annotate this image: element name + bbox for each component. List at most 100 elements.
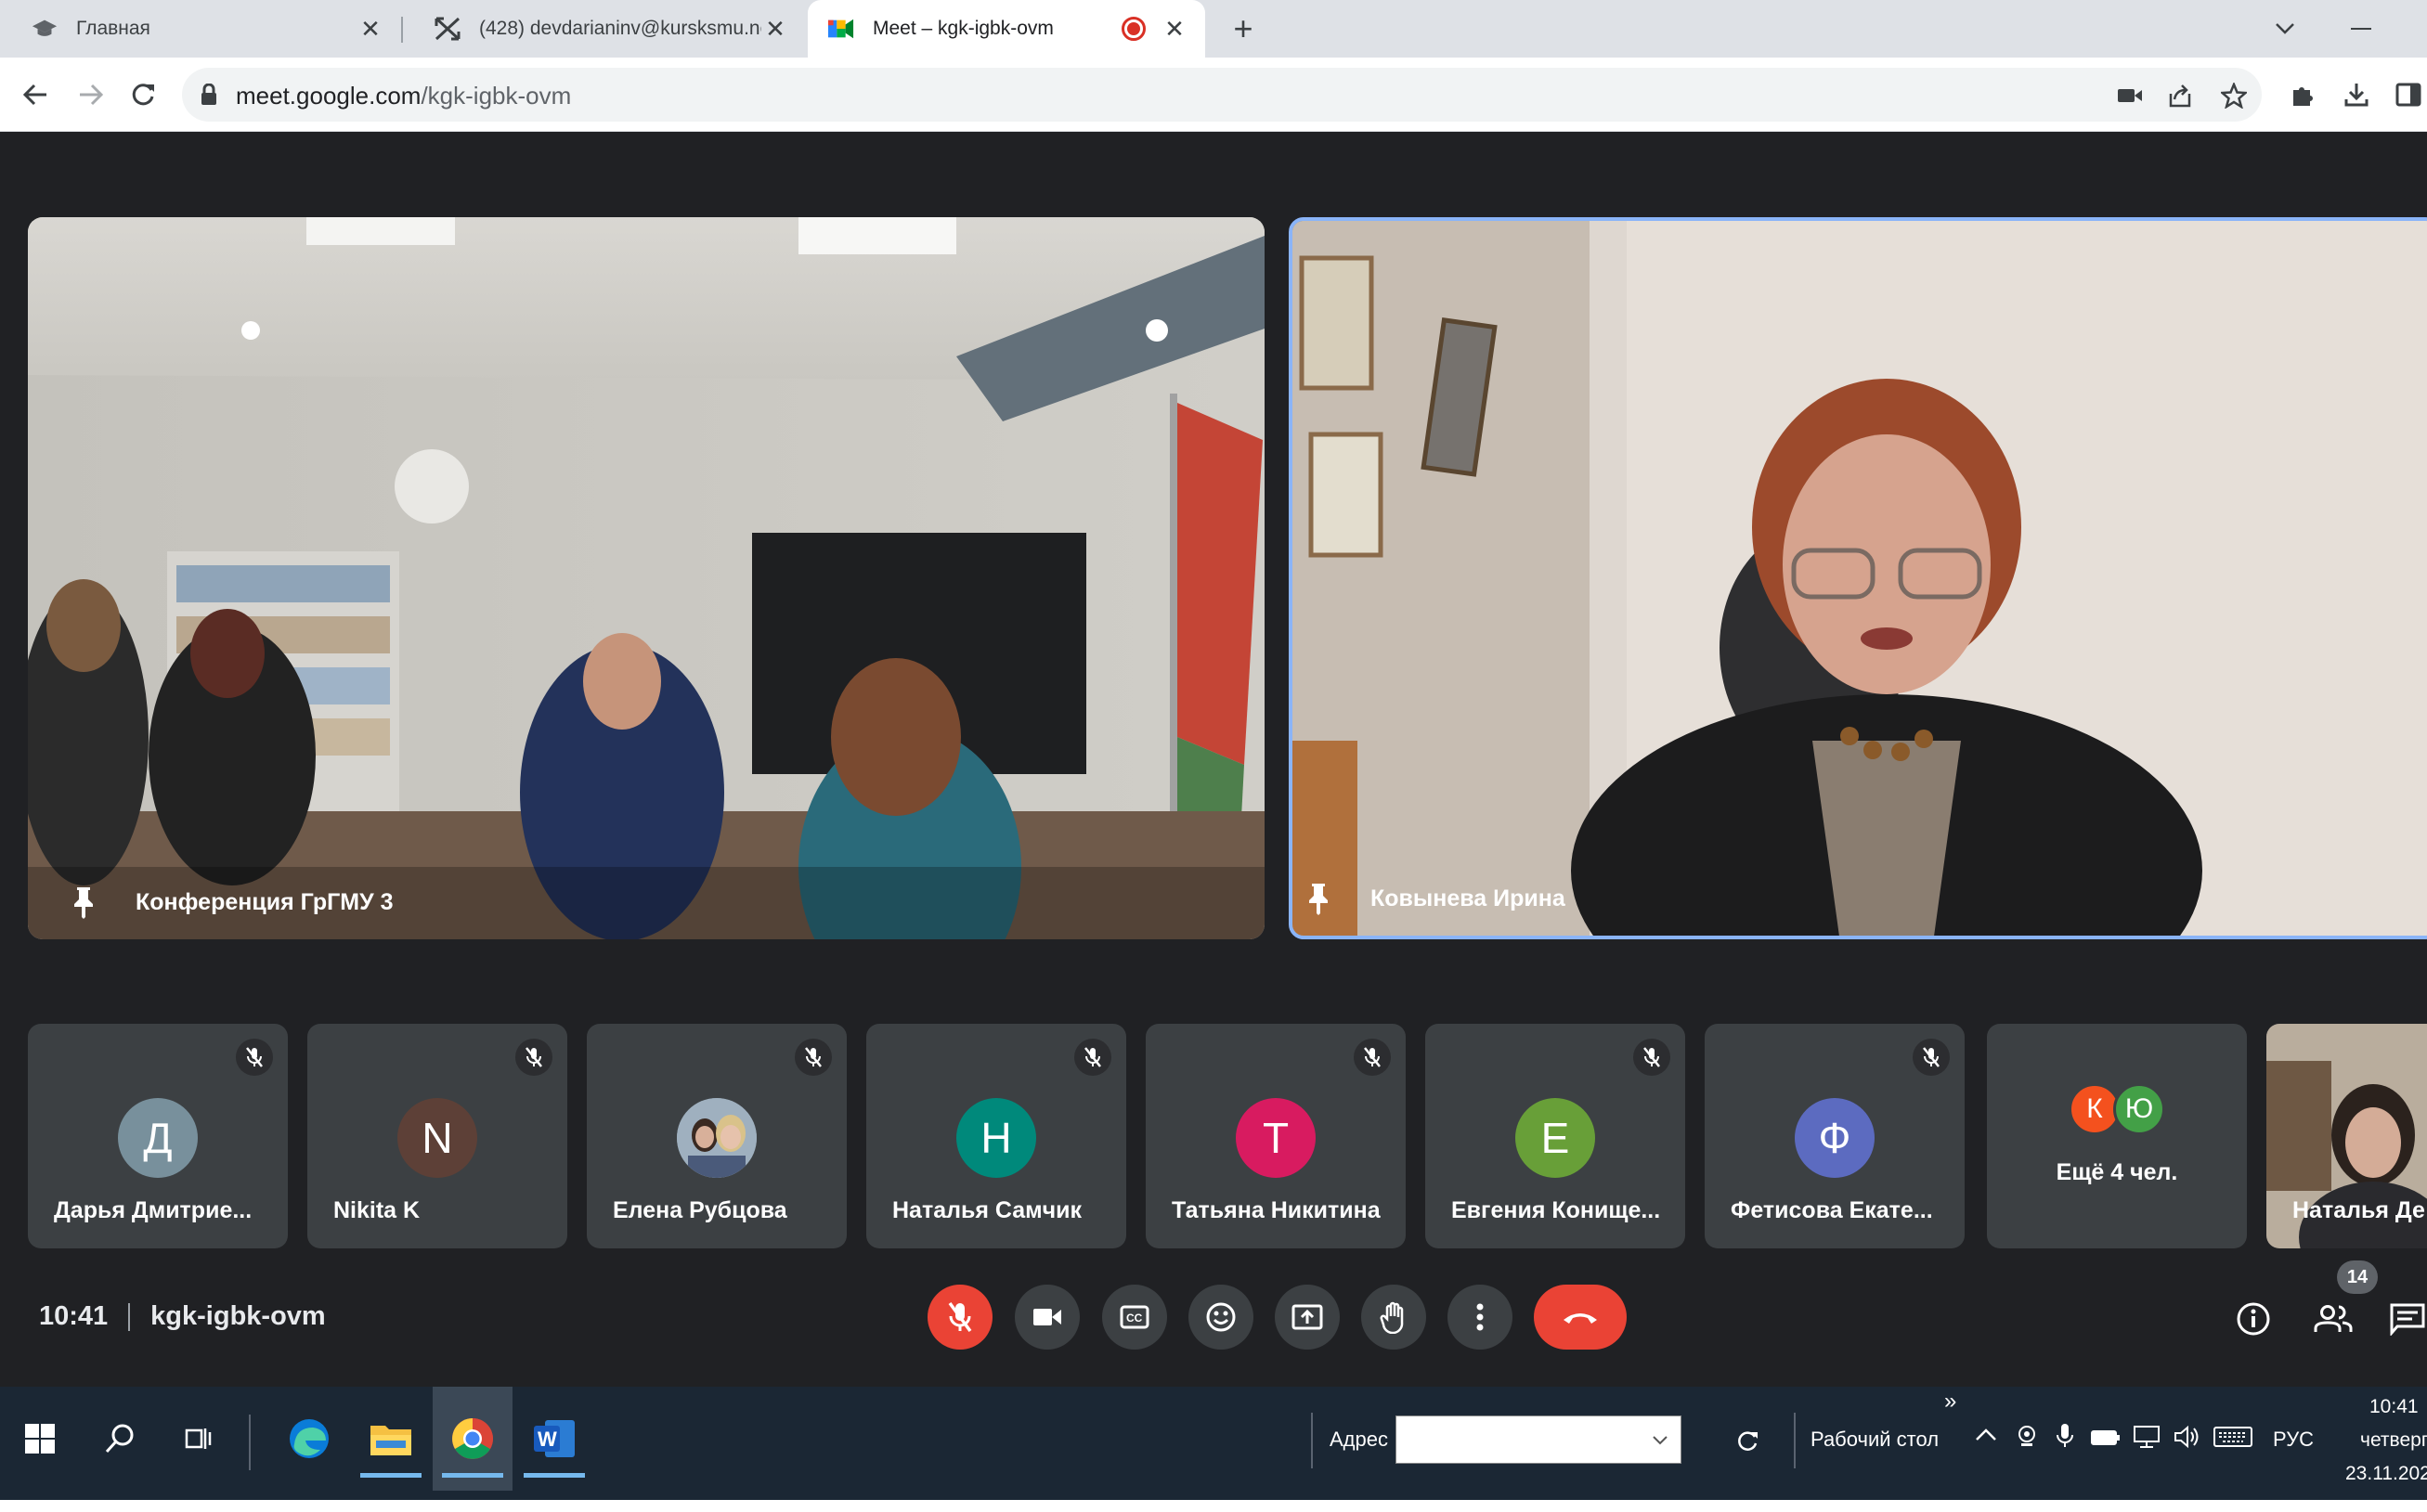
participant-name: Дарья Дмитрие...	[54, 1197, 253, 1223]
windows-logo-icon	[25, 1424, 55, 1454]
browser-tab-strip: Главная ✕ (428) devdarianinv@kursksmu.ne…	[0, 0, 2427, 58]
download-icon[interactable]	[2340, 78, 2373, 111]
more-participants-label: Ещё 4 чел.	[2056, 1159, 2178, 1185]
language-indicator[interactable]: РУС	[2273, 1428, 2314, 1452]
participant-tile[interactable]: Е Евгения Конище...	[1425, 1024, 1685, 1248]
participant-tile[interactable]: Ф Фетисова Екате...	[1705, 1024, 1965, 1248]
participant-name: Наталья Самчик	[892, 1197, 1083, 1223]
camera-icon[interactable]	[2115, 81, 2145, 110]
avatar: N	[397, 1098, 477, 1178]
webcam-tray-icon[interactable]	[2015, 1424, 2039, 1453]
search-icon	[105, 1424, 134, 1454]
minimize-button[interactable]	[2342, 9, 2381, 48]
pin-icon[interactable]	[1307, 882, 1343, 915]
reload-button[interactable]	[123, 74, 163, 115]
mic-off-icon	[1633, 1039, 1670, 1076]
chevron-down-icon[interactable]	[1651, 1435, 1669, 1446]
participant-tile[interactable]: Д Дарья Дмитрие...	[28, 1024, 288, 1248]
camera-button[interactable]	[1015, 1285, 1080, 1350]
folder-icon	[370, 1426, 411, 1455]
mic-off-icon	[1354, 1039, 1391, 1076]
participant-name: Татьяна Никитина	[1172, 1197, 1381, 1223]
raise-hand-button[interactable]	[1361, 1285, 1426, 1350]
participant-tile[interactable]: Н Наталья Самчик	[866, 1024, 1126, 1248]
clock-date: 23.11.2023	[2345, 1463, 2427, 1484]
tab-home[interactable]: Главная ✕	[0, 0, 401, 58]
taskbar-divider	[1311, 1413, 1313, 1468]
task-view-button[interactable]	[160, 1387, 240, 1491]
tab-title: (428) devdarianinv@kursksmu.net	[479, 18, 761, 39]
emoji-icon	[1206, 1302, 1236, 1332]
participant-tile[interactable]: N Nikita K	[307, 1024, 567, 1248]
avatar: Д	[118, 1098, 198, 1178]
desktop-toolbar-label[interactable]: Рабочий стол	[1811, 1428, 1939, 1452]
keyboard-tray-icon[interactable]	[2213, 1426, 2252, 1453]
graduation-cap-icon	[32, 16, 58, 42]
reactions-button[interactable]	[1188, 1285, 1253, 1350]
chevron-up-icon[interactable]	[1974, 1428, 1998, 1447]
participant-tile[interactable]: Т Татьяна Никитина	[1146, 1024, 1406, 1248]
participant-tile[interactable]: Наталья Де	[2266, 1024, 2427, 1248]
running-indicator	[524, 1473, 585, 1478]
address-toolbar-label: Адрес	[1330, 1428, 1388, 1451]
people-count-badge: 14	[2337, 1260, 2378, 1294]
tab-search-button[interactable]	[2265, 9, 2304, 48]
hang-up-icon	[1564, 1313, 1597, 1324]
participant-name: Nikita K	[333, 1197, 421, 1223]
microphone-tray-icon[interactable]	[2055, 1422, 2075, 1454]
share-icon[interactable]	[2165, 81, 2195, 110]
back-button[interactable]	[15, 74, 56, 115]
taskbar-clock[interactable]: 10:41 четверг 23.11.2023	[2330, 1392, 2427, 1494]
running-indicator	[442, 1473, 503, 1478]
close-icon[interactable]: ✕	[357, 15, 384, 43]
captions-button[interactable]: CC	[1102, 1285, 1167, 1350]
tab-mail[interactable]: (428) devdarianinv@kursksmu.net ✕	[403, 0, 806, 58]
more-participants-tile[interactable]: К Ю Ещё 4 чел.	[1987, 1024, 2247, 1248]
word-icon: W	[534, 1420, 575, 1457]
bookmark-star-icon[interactable]	[2219, 81, 2249, 110]
word-app[interactable]: W	[514, 1387, 594, 1491]
new-tab-button[interactable]: +	[1224, 9, 1263, 48]
meeting-details-button[interactable]	[2230, 1296, 2277, 1342]
conference-room-video	[28, 217, 1265, 939]
clock-day: четверг	[2360, 1429, 2427, 1451]
battery-tray-icon[interactable]	[2091, 1428, 2121, 1451]
volume-tray-icon[interactable]	[2173, 1424, 2200, 1454]
tile-name-label: Ковынева Ирина	[1292, 861, 2427, 936]
edge-app[interactable]	[269, 1387, 349, 1491]
mic-off-icon	[1913, 1039, 1950, 1076]
chrome-app[interactable]	[433, 1387, 513, 1491]
video-tile[interactable]: Ковынева Ирина	[1289, 217, 2427, 939]
people-button[interactable]	[2310, 1296, 2356, 1342]
address-toolbar-input[interactable]	[1395, 1415, 1681, 1464]
network-tray-icon[interactable]	[2132, 1424, 2161, 1454]
svg-text:CC: CC	[1126, 1312, 1143, 1325]
start-button[interactable]	[0, 1387, 80, 1491]
close-icon[interactable]: ✕	[1161, 15, 1188, 43]
go-button[interactable]	[1729, 1423, 1766, 1460]
avatar-photo	[677, 1098, 757, 1178]
avatar: Е	[1515, 1098, 1595, 1178]
tab-meet[interactable]: Meet – kgk-igbk-ovm ✕	[808, 0, 1205, 58]
pin-icon[interactable]	[72, 885, 108, 919]
present-screen-button[interactable]	[1275, 1285, 1340, 1350]
close-icon[interactable]: ✕	[761, 15, 789, 43]
toolbar-expand-icon[interactable]: »	[1944, 1389, 1956, 1415]
more-options-button[interactable]	[1447, 1285, 1512, 1350]
extensions-icon[interactable]	[2286, 78, 2319, 111]
address-bar[interactable]: meet.google.com/kgk-igbk-ovm	[182, 68, 2262, 122]
lock-icon[interactable]	[201, 83, 217, 110]
more-vert-icon	[1476, 1303, 1484, 1331]
leave-call-button[interactable]	[1534, 1285, 1627, 1350]
video-tile[interactable]: Конференция ГрГМУ 3	[28, 217, 1265, 939]
participant-tile[interactable]: Елена Рубцова	[587, 1024, 847, 1248]
search-button[interactable]	[80, 1387, 160, 1491]
microphone-button[interactable]	[928, 1285, 993, 1350]
tab-title: Главная	[76, 18, 150, 39]
forward-button[interactable]	[71, 74, 111, 115]
file-explorer-app[interactable]	[351, 1387, 431, 1491]
participant-name: Наталья Де	[2292, 1197, 2425, 1223]
side-panel-icon[interactable]	[2392, 78, 2425, 111]
info-icon	[2237, 1302, 2270, 1336]
chat-button[interactable]	[2384, 1296, 2427, 1342]
